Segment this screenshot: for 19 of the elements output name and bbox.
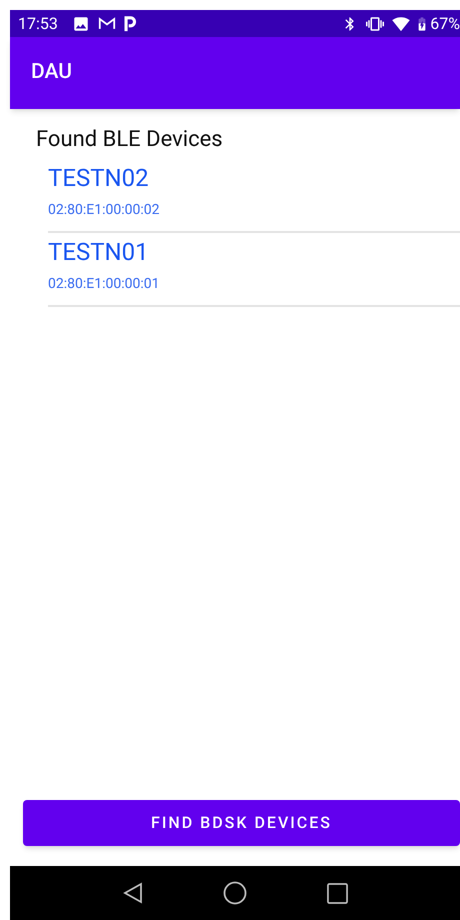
parking-icon — [124, 16, 137, 32]
status-time: 17:53 — [18, 12, 58, 34]
app-title: DAU — [31, 59, 72, 86]
device-name: TESTN01 — [48, 237, 150, 268]
battery-percent: 67% — [430, 12, 460, 34]
recents-icon[interactable] — [326, 882, 348, 904]
device-item[interactable]: TESTN02 02:80:E1:00:00:02 — [48, 159, 460, 233]
device-name: TESTN02 — [48, 163, 150, 194]
device-item[interactable]: TESTN01 02:80:E1:00:00:01 — [48, 233, 460, 307]
wifi-icon — [392, 14, 410, 32]
device-address: 02:80:E1:00:00:02 — [48, 201, 160, 219]
find-devices-button[interactable]: FIND BDSK DEVICES — [23, 800, 460, 846]
back-icon[interactable] — [122, 882, 142, 904]
home-icon[interactable] — [222, 881, 246, 905]
vibration-icon — [366, 14, 384, 32]
section-title: Found BLE Devices — [36, 126, 224, 154]
image-icon — [72, 14, 90, 32]
mail-icon — [98, 16, 116, 31]
device-address: 02:80:E1:00:00:01 — [48, 275, 160, 293]
